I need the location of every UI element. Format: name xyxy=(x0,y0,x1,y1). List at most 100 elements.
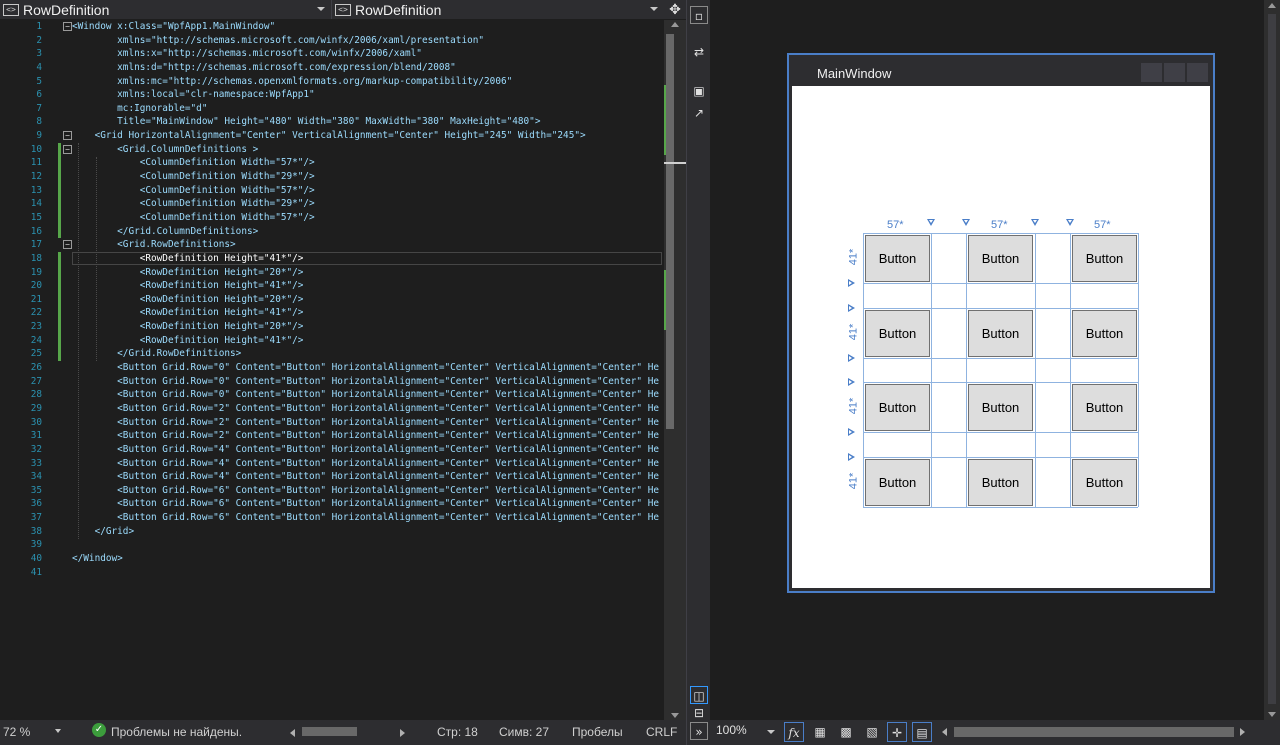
grid-lines-icon[interactable]: ▦ xyxy=(810,722,830,742)
row-divider-handle-icon[interactable] xyxy=(848,304,855,312)
code-text[interactable]: <ColumnDefinition Width="57*"/> xyxy=(72,211,315,225)
code-text[interactable]: <RowDefinition Height="41*"/> xyxy=(72,334,304,348)
row-size-label[interactable]: 41* xyxy=(847,248,860,266)
fold-toggle-icon[interactable]: − xyxy=(63,22,72,31)
collapse-pane-icon[interactable]: ▫ xyxy=(690,6,708,24)
code-line[interactable]: 38 </Grid> xyxy=(0,525,664,539)
code-text[interactable]: </Grid.RowDefinitions> xyxy=(72,347,241,361)
row-size-label[interactable]: 41* xyxy=(847,323,860,341)
code-text[interactable]: <RowDefinition Height="41*"/> xyxy=(72,279,304,293)
code-text[interactable]: <Button Grid.Row="6" Content="Button" Ho… xyxy=(72,497,659,511)
code-area[interactable]: 1 <Window x:Class="WpfApp1.MainWindow" 2 x… xyxy=(0,20,664,720)
code-line[interactable]: 36 <Button Grid.Row="6" Content="Button"… xyxy=(0,497,664,511)
code-line[interactable]: 8 Title="MainWindow" Height="480" Width=… xyxy=(0,115,664,129)
row-divider-handle-icon[interactable] xyxy=(848,378,855,386)
grid-button[interactable]: Button xyxy=(1072,459,1137,506)
row-divider-handle-icon[interactable] xyxy=(848,279,855,287)
line-indicator[interactable]: Стр: 18 xyxy=(437,725,478,739)
code-line[interactable]: 4 xmlns:d="http://schemas.microsoft.com/… xyxy=(0,61,664,75)
code-text[interactable]: xmlns="http://schemas.microsoft.com/winf… xyxy=(72,34,484,48)
code-line[interactable]: 32 <Button Grid.Row="4" Content="Button"… xyxy=(0,443,664,457)
vertical-split-icon[interactable]: ◫ xyxy=(690,686,708,704)
fold-toggle-icon[interactable]: − xyxy=(63,131,72,141)
code-line[interactable]: 39 xyxy=(0,538,664,552)
design-view-icon[interactable]: ▣ xyxy=(690,82,708,100)
horizontal-split-icon[interactable]: ⊟ xyxy=(690,704,708,722)
grid-button[interactable]: Button xyxy=(968,459,1033,506)
code-line[interactable]: 17 <Grid.RowDefinitions> xyxy=(0,238,664,252)
swap-panes-icon[interactable]: ⇄ xyxy=(690,43,708,61)
grid-button[interactable]: Button xyxy=(865,310,930,357)
close-button[interactable] xyxy=(1187,63,1208,82)
artboard-background-icon[interactable]: ▧ xyxy=(862,722,882,742)
designer-zoom-select[interactable]: 100% xyxy=(716,723,747,737)
code-line[interactable]: 33 <Button Grid.Row="4" Content="Button"… xyxy=(0,457,664,471)
code-line[interactable]: 30 <Button Grid.Row="2" Content="Button"… xyxy=(0,416,664,430)
row-size-label[interactable]: 41* xyxy=(847,472,860,490)
code-line[interactable]: 16 </Grid.ColumnDefinitions> xyxy=(0,225,664,239)
code-text[interactable]: <Button Grid.Row="0" Content="Button" Ho… xyxy=(72,361,659,375)
code-line[interactable]: 2 xmlns="http://schemas.microsoft.com/wi… xyxy=(0,34,664,48)
column-divider-handle-icon[interactable] xyxy=(927,219,935,226)
code-text[interactable]: <ColumnDefinition Width="57*"/> xyxy=(72,156,315,170)
type-dropdown[interactable]: <> RowDefinition xyxy=(0,0,332,19)
scroll-thumb[interactable] xyxy=(1268,14,1276,704)
scroll-down-icon[interactable] xyxy=(671,713,679,718)
code-line[interactable]: 26 <Button Grid.Row="0" Content="Button"… xyxy=(0,361,664,375)
code-text[interactable]: <Button Grid.Row="4" Content="Button" Ho… xyxy=(72,457,659,471)
code-line[interactable]: 22 <RowDefinition Height="41*"/> xyxy=(0,306,664,320)
code-line[interactable]: 23 <RowDefinition Height="20*"/> xyxy=(0,320,664,334)
column-divider-handle-icon[interactable] xyxy=(1066,219,1074,226)
code-line[interactable]: 3 xmlns:x="http://schemas.microsoft.com/… xyxy=(0,47,664,61)
code-text[interactable]: <Button Grid.Row="0" Content="Button" Ho… xyxy=(72,388,659,402)
grid-button[interactable]: Button xyxy=(1072,310,1137,357)
code-text[interactable]: <RowDefinition Height="20*"/> xyxy=(72,293,304,307)
code-text[interactable]: <ColumnDefinition Width="29*"/> xyxy=(72,170,315,184)
code-text[interactable]: </Grid> xyxy=(72,525,135,539)
code-text[interactable]: <RowDefinition Height="20*"/> xyxy=(72,320,304,334)
column-size-label[interactable]: 57* xyxy=(1092,219,1113,231)
project-code-icon[interactable]: ▤ xyxy=(912,722,932,742)
horizontal-scroll-thumb[interactable] xyxy=(954,727,1234,737)
code-line[interactable]: 14 <ColumnDefinition Width="29*"/> xyxy=(0,197,664,211)
column-divider-handle-icon[interactable] xyxy=(962,219,970,226)
code-text[interactable]: Title="MainWindow" Height="480" Width="3… xyxy=(72,115,540,129)
code-line[interactable]: 5 xmlns:mc="http://schemas.openxmlformat… xyxy=(0,75,664,89)
code-line[interactable]: 37 <Button Grid.Row="6" Content="Button"… xyxy=(0,511,664,525)
scroll-up-icon[interactable] xyxy=(1268,3,1276,8)
code-line[interactable]: 13 <ColumnDefinition Width="57*"/> xyxy=(0,184,664,198)
code-text[interactable]: <Button Grid.Row="2" Content="Button" Ho… xyxy=(72,416,659,430)
problems-status[interactable]: Проблемы не найдены. xyxy=(111,725,242,739)
code-text[interactable]: xmlns:d="http://schemas.microsoft.com/ex… xyxy=(72,61,456,75)
code-text[interactable]: <RowDefinition Height="20*"/> xyxy=(72,266,304,280)
code-line[interactable]: 10 <Grid.ColumnDefinitions > xyxy=(0,143,664,157)
grid-button[interactable]: Button xyxy=(1072,384,1137,431)
layout-grid[interactable]: 57* 57* 57* 41* 41* 41* 41* Button Button Button B… xyxy=(847,219,1139,508)
snap-to-snaplines-icon[interactable]: ✛ xyxy=(887,722,907,742)
code-line[interactable]: 19 <RowDefinition Height="20*"/> xyxy=(0,266,664,280)
code-text[interactable]: <Grid HorizontalAlignment="Center" Verti… xyxy=(72,129,586,143)
code-line[interactable]: 11 <ColumnDefinition Width="57*"/> xyxy=(0,156,664,170)
scroll-left-icon[interactable] xyxy=(290,729,295,737)
scroll-up-icon[interactable] xyxy=(671,22,679,27)
code-line[interactable]: 29 <Button Grid.Row="2" Content="Button"… xyxy=(0,402,664,416)
code-text[interactable]: <Button Grid.Row="0" Content="Button" Ho… xyxy=(72,375,659,389)
code-line[interactable]: 24 <RowDefinition Height="41*"/> xyxy=(0,334,664,348)
code-text[interactable]: </Grid.ColumnDefinitions> xyxy=(72,225,258,239)
row-divider-handle-icon[interactable] xyxy=(848,354,855,362)
grid-button[interactable]: Button xyxy=(1072,235,1137,282)
column-divider-handle-icon[interactable] xyxy=(1031,219,1039,226)
code-text[interactable]: <Button Grid.Row="6" Content="Button" Ho… xyxy=(72,511,659,525)
code-text[interactable]: <RowDefinition Height="41*"/> xyxy=(72,306,304,320)
window-client-area[interactable]: 57* 57* 57* 41* 41* 41* 41* Button Button Button B… xyxy=(792,86,1210,588)
grid-button[interactable]: Button xyxy=(968,310,1033,357)
scroll-right-icon[interactable] xyxy=(1240,728,1245,736)
code-text[interactable]: <ColumnDefinition Width="29*"/> xyxy=(72,197,315,211)
member-dropdown[interactable]: <> RowDefinition xyxy=(332,0,664,19)
code-line[interactable]: 15 <ColumnDefinition Width="57*"/> xyxy=(0,211,664,225)
fold-toggle-icon[interactable]: − xyxy=(63,240,72,250)
code-line[interactable]: 18 <RowDefinition Height="41*"/> xyxy=(0,251,664,266)
popout-icon[interactable]: ↗ xyxy=(690,104,708,122)
code-line[interactable]: 35 <Button Grid.Row="6" Content="Button"… xyxy=(0,484,664,498)
code-text[interactable]: xmlns:x="http://schemas.microsoft.com/wi… xyxy=(72,47,422,61)
